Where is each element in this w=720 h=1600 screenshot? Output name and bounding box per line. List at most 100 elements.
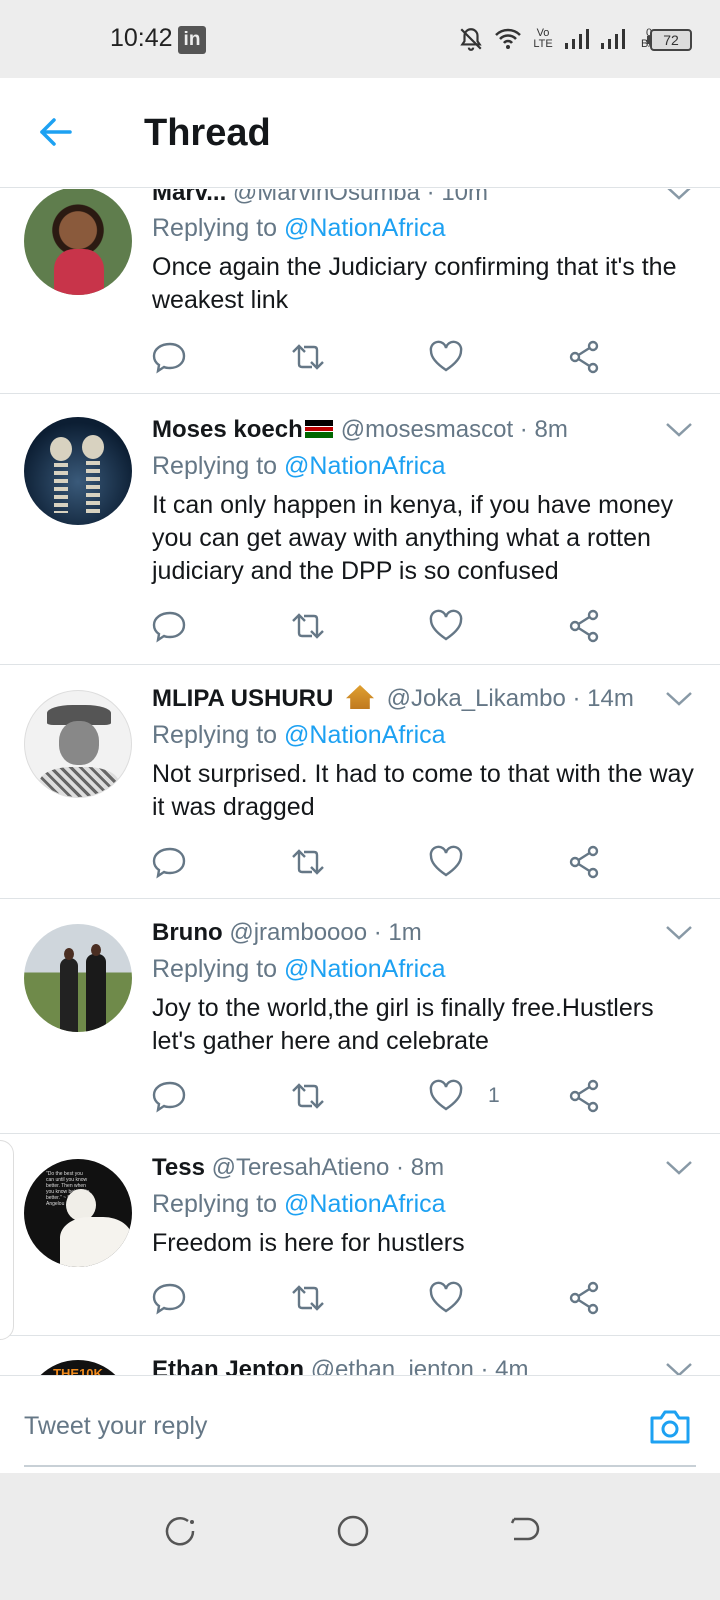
tweet-header: Bruno @jramboooo · 1m	[152, 919, 640, 947]
author-handle: @jramboooo · 1m	[229, 919, 422, 946]
tweet-text: Freedom is here for hustlers	[152, 1229, 465, 1257]
tweet-actions	[152, 1280, 652, 1320]
share-icon[interactable]	[566, 339, 602, 375]
recents-icon[interactable]	[162, 1513, 198, 1549]
status-time: 10:42	[110, 24, 173, 52]
tweet-text: It can only happen in kenya, if you have…	[152, 491, 674, 585]
like-icon[interactable]	[428, 608, 464, 644]
author-handle: @TeresahAtieno · 8m	[211, 1154, 445, 1181]
author-handle: @ethan_jenton · 4m	[310, 1356, 529, 1375]
back-arrow-icon[interactable]	[36, 112, 76, 152]
chevron-down-icon[interactable]	[664, 189, 694, 203]
share-icon[interactable]	[566, 1280, 602, 1316]
signal-icon-1	[565, 29, 589, 49]
tweet-text: Joy to the world,the girl is finally fre…	[152, 994, 654, 1055]
reply-input[interactable]: Tweet your reply	[24, 1412, 207, 1441]
tweet-header: MLIPA USHURU @Joka_Likambo · 14m	[152, 685, 640, 713]
avatar[interactable]: "Do the best you can until you know bett…	[24, 1159, 132, 1267]
author-name[interactable]: Tess	[152, 1154, 205, 1181]
replying-to: Replying to @NationAfrica	[152, 452, 446, 480]
avatar-logo-text: THE10K	[53, 1366, 103, 1375]
input-underline	[24, 1465, 696, 1467]
edge-panel-handle[interactable]	[0, 1140, 14, 1340]
author-name[interactable]: MLIPA USHURU	[152, 685, 333, 712]
avatar[interactable]: THE10K	[24, 1360, 132, 1375]
replying-to: Replying to @NationAfrica	[152, 721, 446, 749]
mention-link[interactable]: @NationAfrica	[284, 955, 446, 983]
tweet-header: Ethan Jenton @ethan_jenton · 4m	[152, 1356, 640, 1375]
tweet-header: Tess @TeresahAtieno · 8m	[152, 1154, 640, 1182]
replying-to: Replying to @NationAfrica	[152, 955, 446, 983]
back-nav-icon[interactable]	[506, 1513, 542, 1549]
reply-icon[interactable]	[152, 339, 188, 375]
reply-icon[interactable]	[152, 844, 188, 880]
like-icon[interactable]	[428, 1280, 464, 1316]
author-name[interactable]: Marv...	[152, 189, 226, 206]
author-handle: @Joka_Likambo · 14m	[386, 685, 634, 712]
retweet-icon[interactable]	[290, 339, 326, 375]
system-nav-bar	[0, 1473, 720, 1600]
retweet-icon[interactable]	[290, 608, 326, 644]
battery-icon: 72	[647, 29, 692, 51]
home-icon[interactable]	[335, 1513, 371, 1549]
chevron-down-icon[interactable]	[664, 1158, 694, 1178]
page-title: Thread	[144, 112, 271, 154]
chevron-down-icon[interactable]	[664, 1360, 694, 1375]
chevron-down-icon[interactable]	[664, 689, 694, 709]
tweet-actions	[152, 608, 652, 648]
replying-to: Replying to @NationAfrica	[152, 214, 446, 242]
tweet-text: Not surprised. It had to come to that wi…	[152, 760, 694, 821]
tweet-actions	[152, 844, 652, 884]
wifi-icon	[495, 28, 521, 49]
tweet-item[interactable]: Moses koech @mosesmascot · 8m Replying to…	[0, 394, 720, 665]
tweet-item[interactable]: THE10K Ethan Jenton @ethan_jenton · 4m	[0, 1336, 720, 1375]
signal-icon-2	[601, 29, 625, 49]
mention-link[interactable]: @NationAfrica	[284, 1190, 446, 1218]
author-name[interactable]: Moses koech	[152, 416, 303, 443]
share-icon[interactable]	[566, 1078, 602, 1114]
author-name[interactable]: Bruno	[152, 919, 223, 946]
like-icon[interactable]	[428, 339, 464, 375]
author-handle: @mosesmascot · 8m	[340, 416, 568, 443]
like-icon[interactable]	[428, 844, 464, 880]
avatar[interactable]	[24, 690, 132, 798]
retweet-icon[interactable]	[290, 844, 326, 880]
hut-icon	[346, 685, 374, 709]
like-icon[interactable]	[428, 1078, 464, 1114]
reply-icon[interactable]	[152, 1078, 188, 1114]
avatar[interactable]	[24, 924, 132, 1032]
share-icon[interactable]	[566, 844, 602, 880]
retweet-icon[interactable]	[290, 1280, 326, 1316]
retweet-icon[interactable]	[290, 1078, 326, 1114]
tweet-item[interactable]: Marv... @MarvinOsumba · 10m Replying to …	[0, 189, 720, 394]
tweet-item[interactable]: MLIPA USHURU @Joka_Likambo · 14m Replyin…	[0, 665, 720, 899]
reply-icon[interactable]	[152, 1280, 188, 1316]
tweet-item[interactable]: "Do the best you can until you know bett…	[0, 1134, 720, 1336]
linkedin-icon: in	[178, 26, 206, 54]
mention-link[interactable]: @NationAfrica	[284, 452, 446, 480]
tweet-item[interactable]: Bruno @jramboooo · 1m Replying to @Natio…	[0, 899, 720, 1134]
tweet-actions	[152, 339, 652, 379]
avatar[interactable]	[24, 189, 132, 295]
replying-to: Replying to @NationAfrica	[152, 1190, 446, 1218]
volte-icon: Vo LTE	[533, 27, 553, 50]
chevron-down-icon[interactable]	[664, 923, 694, 943]
mention-link[interactable]: @NationAfrica	[284, 721, 446, 749]
chevron-down-icon[interactable]	[664, 420, 694, 440]
author-handle: @MarvinOsumba · 10m	[232, 189, 489, 206]
author-name[interactable]: Ethan Jenton	[152, 1356, 304, 1375]
kenya-flag-icon	[304, 420, 333, 438]
avatar[interactable]	[24, 417, 132, 525]
tweet-actions: 1	[152, 1078, 652, 1118]
share-icon[interactable]	[566, 608, 602, 644]
camera-icon[interactable]	[648, 1406, 692, 1446]
like-count: 1	[488, 1084, 500, 1107]
status-icons: Vo LTE 0 B/s	[458, 24, 662, 54]
tweet-text: Once again the Judiciary confirming that…	[152, 253, 677, 314]
mention-link[interactable]: @NationAfrica	[284, 214, 446, 242]
tweet-header: Moses koech @mosesmascot · 8m	[152, 416, 640, 444]
notifications-off-icon	[460, 28, 482, 51]
reply-composer: Tweet your reply	[0, 1375, 720, 1473]
reply-icon[interactable]	[152, 608, 188, 644]
thread-feed[interactable]: Marv... @MarvinOsumba · 10m Replying to …	[0, 189, 720, 1375]
